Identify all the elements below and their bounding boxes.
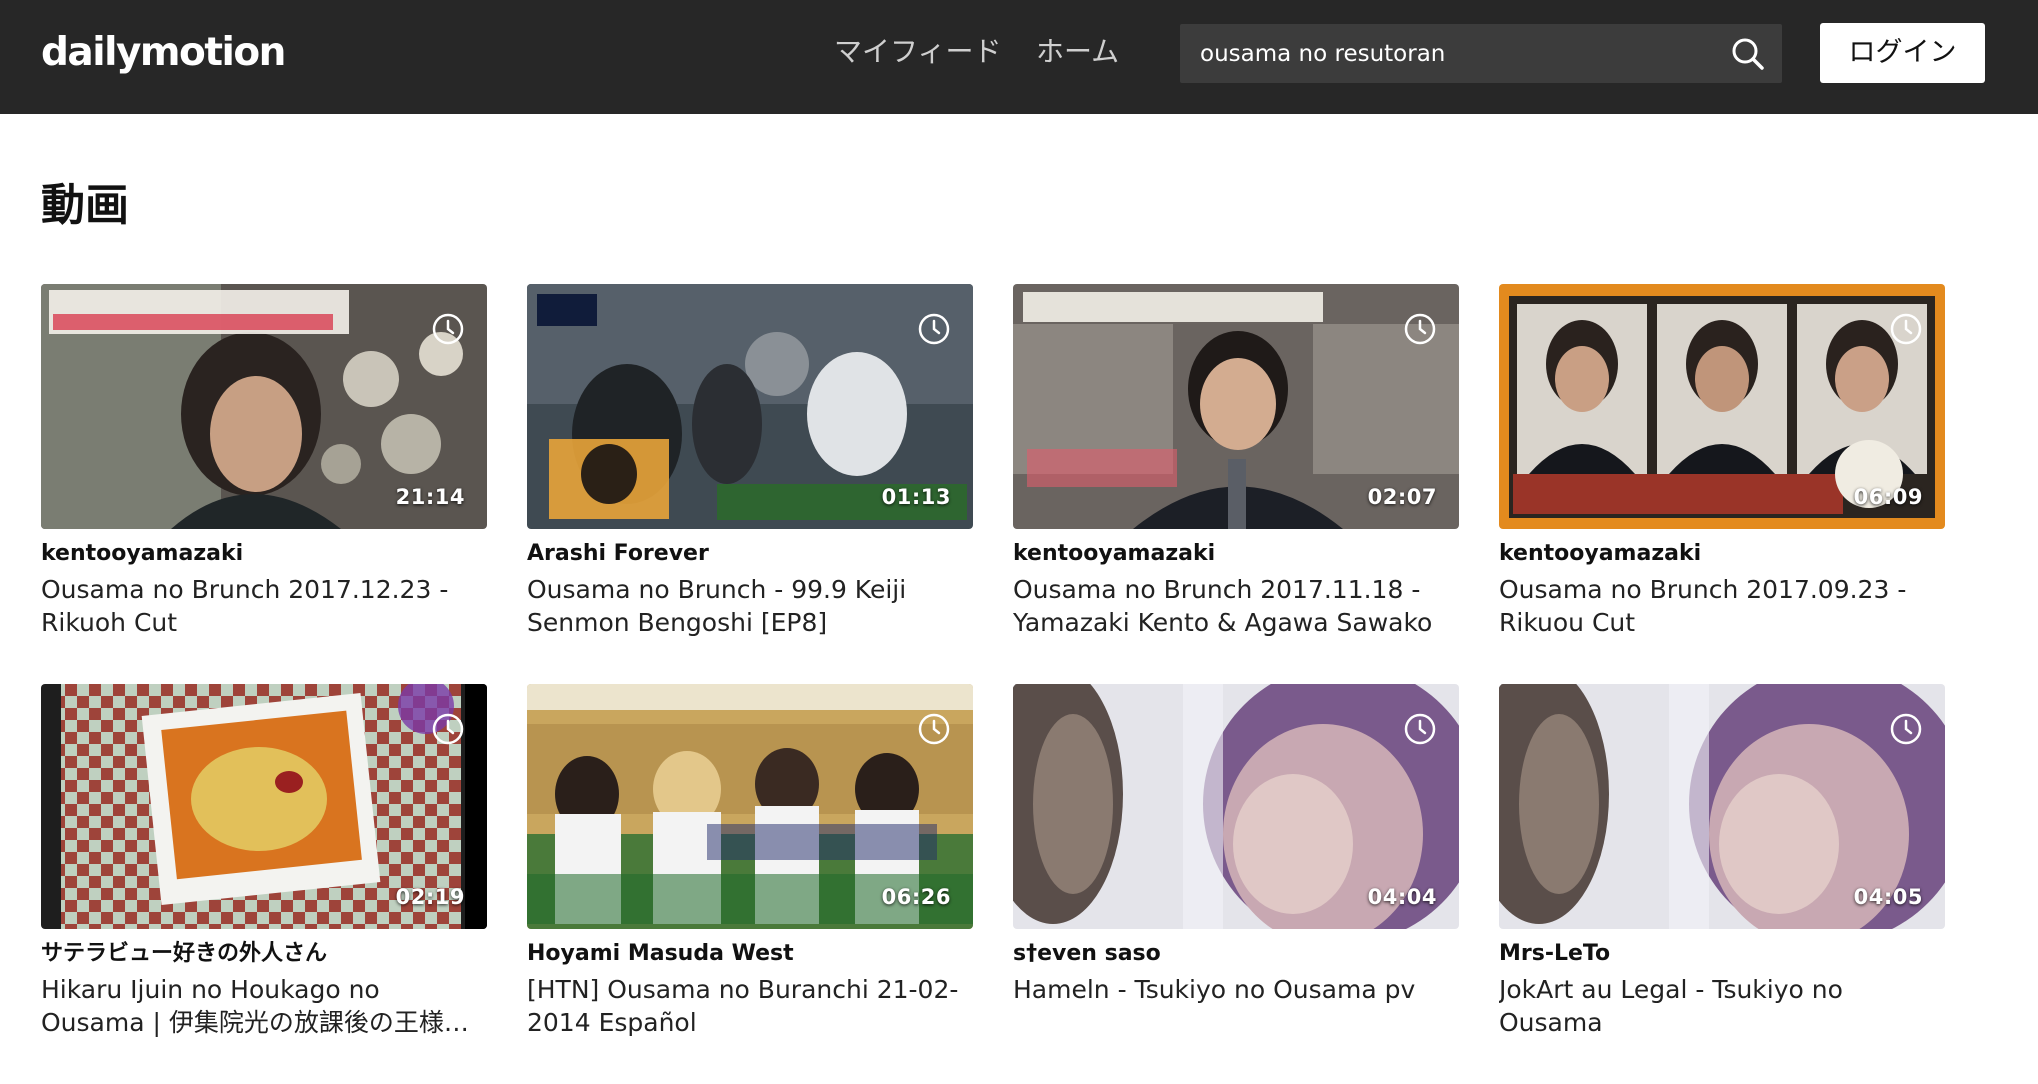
video-duration: 04:05 (1853, 885, 1923, 909)
watch-later-button[interactable] (1889, 712, 1923, 746)
video-card[interactable]: 06:26 Hoyami Masuda West [HTN] Ousama no… (527, 684, 973, 1039)
video-duration: 02:07 (1367, 485, 1437, 509)
video-duration: 06:26 (881, 885, 951, 909)
video-duration: 02:19 (395, 885, 465, 909)
channel-name[interactable]: s†even saso (1013, 939, 1459, 969)
video-title[interactable]: Hikaru Ijuin no Houkago no Ousama | 伊集院光… (41, 973, 487, 1039)
video-title[interactable]: Ousama no Brunch 2017.11.18 - Yamazaki K… (1013, 573, 1459, 639)
clock-icon (432, 313, 464, 345)
watch-later-button[interactable] (1403, 312, 1437, 346)
clock-icon (1404, 313, 1436, 345)
video-title[interactable]: Hameln - Tsukiyo no Ousama pv (1013, 973, 1459, 1006)
clock-icon (1404, 713, 1436, 745)
login-button[interactable]: ログイン (1820, 23, 1985, 83)
clock-icon (1890, 313, 1922, 345)
video-card[interactable]: 04:04 s†even saso Hameln - Tsukiyo no Ou… (1013, 684, 1459, 1006)
channel-name[interactable]: サテラビュー好きの外人さん (41, 939, 487, 969)
video-thumbnail[interactable]: 04:04 (1013, 684, 1459, 929)
clock-icon (432, 713, 464, 745)
video-duration: 06:09 (1853, 485, 1923, 509)
dailymotion-logo[interactable]: dailymotion (41, 30, 286, 76)
video-card[interactable]: 04:05 Mrs-LeTo JokArt au Legal - Tsukiyo… (1499, 684, 1945, 1039)
search-input[interactable] (1200, 24, 1700, 83)
channel-name[interactable]: kentooyamazaki (1013, 539, 1459, 569)
video-thumbnail[interactable]: 06:09 (1499, 284, 1945, 529)
clock-icon (918, 313, 950, 345)
search-button[interactable] (1724, 30, 1772, 78)
watch-later-button[interactable] (431, 312, 465, 346)
video-thumbnail[interactable]: 02:19 (41, 684, 487, 929)
watch-later-button[interactable] (917, 712, 951, 746)
channel-name[interactable]: kentooyamazaki (41, 539, 487, 569)
watch-later-button[interactable] (1889, 312, 1923, 346)
section-title-videos: 動画 (41, 180, 129, 231)
video-duration: 21:14 (395, 485, 465, 509)
video-card[interactable]: 02:19 サテラビュー好きの外人さん Hikaru Ijuin no Houk… (41, 684, 487, 1039)
video-card[interactable]: 21:14 kentooyamazaki Ousama no Brunch 20… (41, 284, 487, 639)
video-title[interactable]: Ousama no Brunch - 99.9 Keiji Senmon Ben… (527, 573, 973, 639)
video-thumbnail[interactable]: 02:07 (1013, 284, 1459, 529)
video-thumbnail[interactable]: 21:14 (41, 284, 487, 529)
video-card[interactable]: 02:07 kentooyamazaki Ousama no Brunch 20… (1013, 284, 1459, 639)
channel-name[interactable]: Hoyami Masuda West (527, 939, 973, 969)
video-card[interactable]: 06:09 kentooyamazaki Ousama no Brunch 20… (1499, 284, 1945, 639)
search-icon (1732, 38, 1764, 70)
nav-my-feed[interactable]: マイフィード (834, 32, 1001, 72)
top-navigation-bar: dailymotion マイフィード ホーム ログイン (0, 0, 2038, 114)
video-card[interactable]: 01:13 Arashi Forever Ousama no Brunch - … (527, 284, 973, 639)
video-title[interactable]: Ousama no Brunch 2017.09.23 - Rikuou Cut (1499, 573, 1945, 639)
nav-home[interactable]: ホーム (1036, 32, 1119, 72)
video-thumbnail[interactable]: 01:13 (527, 284, 973, 529)
clock-icon (1890, 713, 1922, 745)
search-bar (1180, 24, 1782, 83)
watch-later-button[interactable] (1403, 712, 1437, 746)
video-title[interactable]: JokArt au Legal - Tsukiyo no Ousama (1499, 973, 1945, 1039)
watch-later-button[interactable] (431, 712, 465, 746)
channel-name[interactable]: kentooyamazaki (1499, 539, 1945, 569)
channel-name[interactable]: Mrs-LeTo (1499, 939, 1945, 969)
video-title[interactable]: [HTN] Ousama no Buranchi 21-02-2014 Espa… (527, 973, 973, 1039)
channel-name[interactable]: Arashi Forever (527, 539, 973, 569)
video-thumbnail[interactable]: 04:05 (1499, 684, 1945, 929)
watch-later-button[interactable] (917, 312, 951, 346)
video-thumbnail[interactable]: 06:26 (527, 684, 973, 929)
video-duration: 01:13 (881, 485, 951, 509)
clock-icon (918, 713, 950, 745)
video-title[interactable]: Ousama no Brunch 2017.12.23 - Rikuoh Cut (41, 573, 487, 639)
video-duration: 04:04 (1367, 885, 1437, 909)
